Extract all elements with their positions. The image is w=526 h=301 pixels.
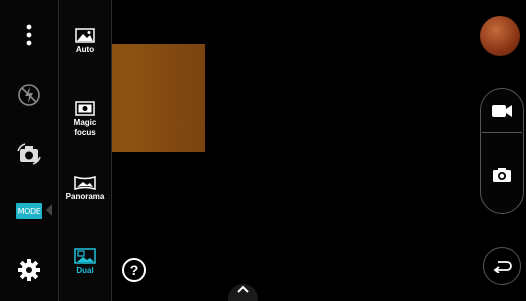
mode-label-auto: Auto xyxy=(75,45,95,54)
settings-gear-icon xyxy=(18,259,40,281)
back-button[interactable] xyxy=(483,247,521,285)
mode-panorama[interactable]: Panorama xyxy=(59,176,111,202)
left-toolbar: MODE xyxy=(0,0,58,301)
video-record-icon xyxy=(492,105,512,117)
help-button[interactable]: ? xyxy=(122,258,146,282)
record-video-button[interactable] xyxy=(482,96,522,126)
expand-handle[interactable] xyxy=(228,284,258,301)
mode-auto[interactable]: Auto xyxy=(59,28,111,55)
mode-panel: Auto Magic focus Panorama Dual xyxy=(58,0,112,301)
dual-camera-icon xyxy=(74,248,96,264)
camera-screen: MODE Auto Magic focus Panorama Dual ? xyxy=(0,0,526,301)
camera-shutter-icon xyxy=(493,168,511,182)
gallery-thumbnail[interactable] xyxy=(480,16,520,56)
shutter-button[interactable] xyxy=(482,160,522,190)
flash-off-icon xyxy=(18,84,40,106)
panorama-icon xyxy=(74,176,96,190)
magic-focus-icon xyxy=(75,101,95,116)
mode-pointer xyxy=(46,204,52,216)
mode-label-dual: Dual xyxy=(76,266,94,275)
more-options-button[interactable] xyxy=(0,22,58,48)
mode-badge: MODE xyxy=(16,203,42,219)
capture-divider xyxy=(482,132,522,133)
mode-label-magic-focus: Magic focus xyxy=(73,118,97,137)
chevron-up-icon xyxy=(237,285,249,293)
flash-toggle-button[interactable] xyxy=(0,82,58,108)
switch-camera-icon xyxy=(17,143,41,165)
settings-button[interactable] xyxy=(0,256,58,284)
back-arrow-icon xyxy=(493,261,512,273)
mode-magic-focus[interactable]: Magic focus xyxy=(59,101,111,138)
auto-landscape-icon xyxy=(75,28,95,43)
more-vertical-icon xyxy=(26,24,32,46)
switch-camera-button[interactable] xyxy=(0,140,58,168)
mode-label-panorama: Panorama xyxy=(65,192,105,201)
mode-dual[interactable]: Dual xyxy=(59,248,111,276)
